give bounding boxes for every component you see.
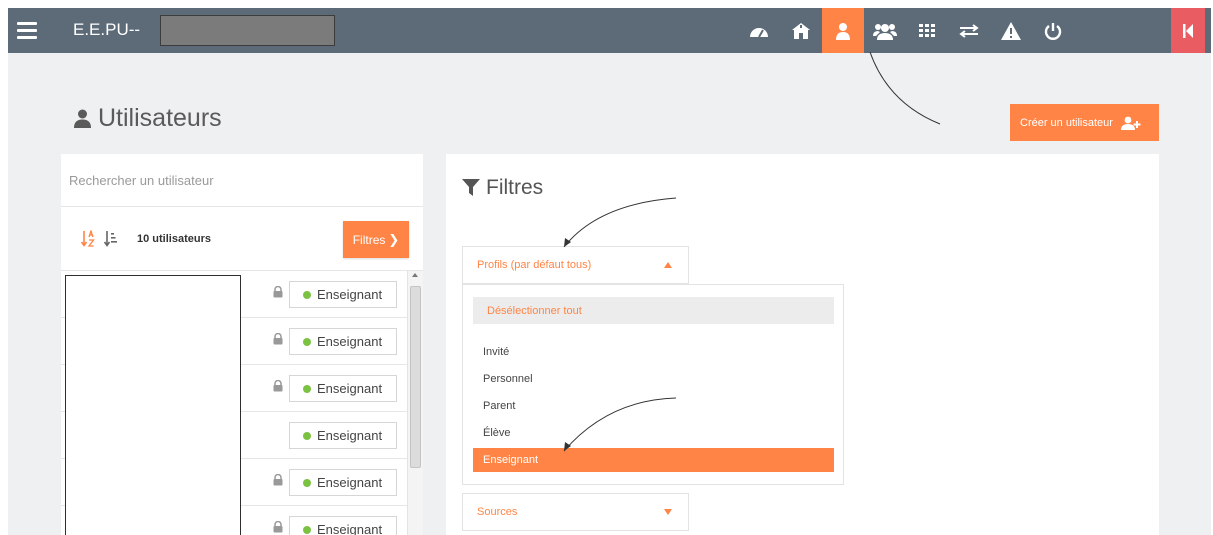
filter-icon xyxy=(462,179,480,196)
chevron-right-icon: ❯ xyxy=(388,231,400,247)
collapse-icon[interactable] xyxy=(1171,8,1205,53)
lock-icon xyxy=(273,521,283,533)
lock-icon xyxy=(273,380,283,392)
status-dot xyxy=(303,525,311,534)
filters-title-text: Filtres xyxy=(486,176,544,199)
role-badge: Enseignant xyxy=(289,516,397,535)
sort-alpha-icon[interactable] xyxy=(81,230,95,247)
grid-icon[interactable] xyxy=(906,8,948,53)
filters-button[interactable]: Filtres ❯ xyxy=(343,221,409,258)
user-count: 10 utilisateurs xyxy=(137,233,211,245)
profiles-accordion-header[interactable]: Profils (par défaut tous) xyxy=(462,246,689,284)
lock-icon xyxy=(273,474,283,486)
role-label: Enseignant xyxy=(317,475,383,490)
menu-icon[interactable] xyxy=(17,22,37,39)
page-title-text: Utilisateurs xyxy=(98,104,222,132)
exchange-icon[interactable] xyxy=(948,8,990,53)
top-navbar: E.E.PU-- xyxy=(8,8,1211,53)
status-dot xyxy=(303,478,311,487)
warning-icon[interactable] xyxy=(990,8,1032,53)
list-scrollbar[interactable] xyxy=(407,271,423,535)
profile-option-enseignant[interactable]: Enseignant xyxy=(473,448,834,472)
dashboard-icon[interactable] xyxy=(738,8,780,53)
status-dot xyxy=(303,337,311,346)
role-badge: Enseignant xyxy=(289,375,397,402)
redacted-user-names xyxy=(65,275,241,535)
scroll-up-arrow[interactable] xyxy=(412,273,418,277)
role-badge: Enseignant xyxy=(289,328,397,355)
create-user-button[interactable]: Créer un utilisateur xyxy=(1010,104,1159,141)
caret-down-icon xyxy=(664,509,672,515)
role-badge: Enseignant xyxy=(289,469,397,496)
role-label: Enseignant xyxy=(317,522,383,535)
app-frame: E.E.PU-- Utilisateurs Créer un utilisate… xyxy=(8,8,1211,535)
filters-button-label: Filtres xyxy=(352,232,386,247)
annotation-arrow xyxy=(869,51,941,125)
user-list-panel: 10 utilisateurs Filtres ❯ Enseignant Ens… xyxy=(61,154,423,535)
school-name: E.E.PU-- xyxy=(73,20,141,39)
profile-option-eleve[interactable]: Élève xyxy=(473,421,834,445)
profiles-header-label: Profils (par défaut tous) xyxy=(477,259,592,271)
deselect-all-button[interactable]: Désélectionner tout xyxy=(473,297,834,324)
sources-header-label: Sources xyxy=(477,506,518,518)
search-input[interactable] xyxy=(61,154,423,207)
user-icon xyxy=(74,109,91,128)
role-badge: Enseignant xyxy=(289,281,397,308)
role-label: Enseignant xyxy=(317,334,383,349)
profile-option-invite[interactable]: Invité xyxy=(473,340,834,364)
role-label: Enseignant xyxy=(317,287,383,302)
school-icon[interactable] xyxy=(780,8,822,53)
power-icon[interactable] xyxy=(1032,8,1074,53)
caret-up-icon xyxy=(664,262,672,268)
status-dot xyxy=(303,431,311,440)
profile-option-parent[interactable]: Parent xyxy=(473,394,834,418)
sources-accordion-header[interactable]: Sources xyxy=(462,493,689,531)
filters-title: Filtres xyxy=(462,176,543,200)
user-icon[interactable] xyxy=(822,8,864,53)
role-badge: Enseignant xyxy=(289,422,397,449)
list-toolbar: 10 utilisateurs Filtres ❯ xyxy=(61,207,423,271)
profile-option-personnel[interactable]: Personnel xyxy=(473,367,834,391)
scroll-thumb[interactable] xyxy=(410,286,421,468)
status-dot xyxy=(303,290,311,299)
page-title: Utilisateurs xyxy=(74,104,222,133)
redacted-school-name xyxy=(160,15,335,46)
status-dot xyxy=(303,384,311,393)
filters-panel: Filtres Profils (par défaut tous) Déséle… xyxy=(446,154,1159,535)
lock-icon xyxy=(273,333,283,345)
sort-order-icon[interactable] xyxy=(104,230,118,247)
create-user-label: Créer un utilisateur xyxy=(1020,116,1113,129)
add-user-icon xyxy=(1120,116,1141,130)
nav-icon-bar xyxy=(738,8,1074,53)
role-label: Enseignant xyxy=(317,428,383,443)
lock-icon xyxy=(273,286,283,298)
profiles-options: Désélectionner tout Invité Personnel Par… xyxy=(462,284,844,485)
users-icon[interactable] xyxy=(864,8,906,53)
user-list: Enseignant Enseignant Enseignant Enseign… xyxy=(61,271,407,535)
role-label: Enseignant xyxy=(317,381,383,396)
